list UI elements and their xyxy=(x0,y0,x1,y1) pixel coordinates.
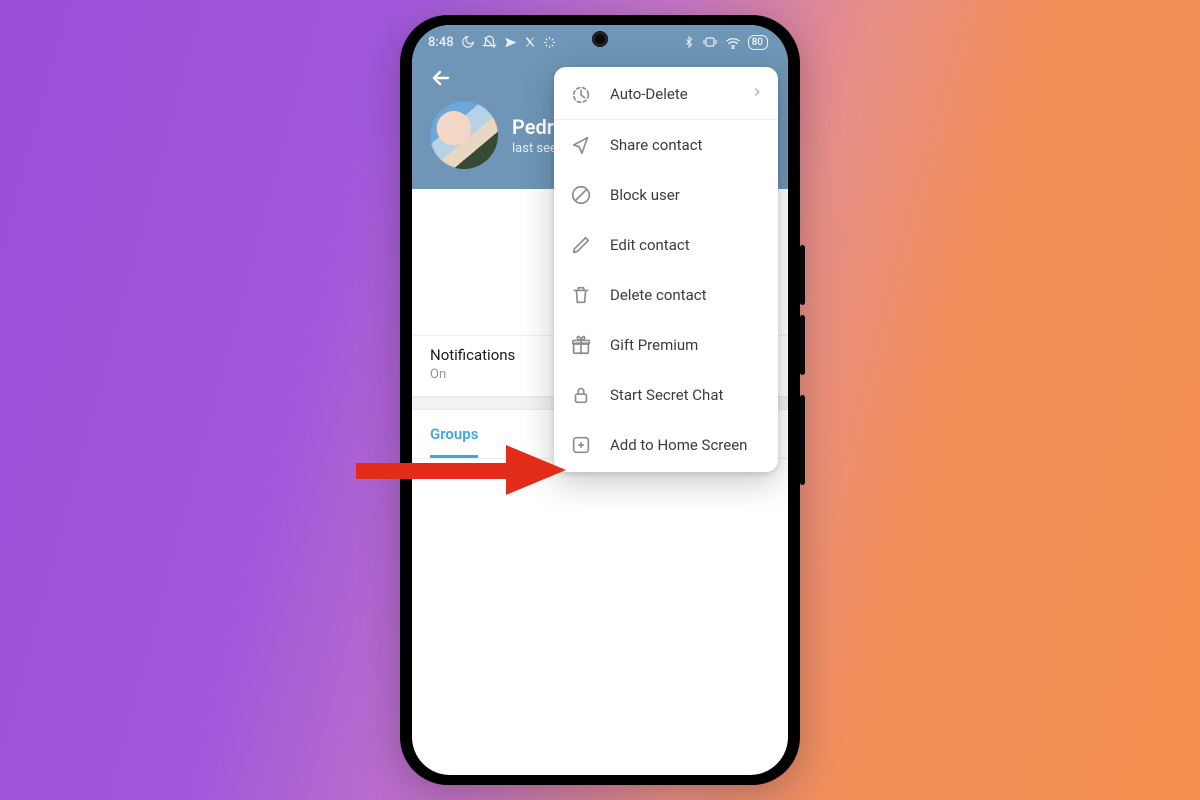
phone-frame: 8:48 xyxy=(400,15,800,785)
menu-item-label: Block user xyxy=(610,186,764,204)
pencil-icon xyxy=(570,234,592,256)
menu-item-start-secret-chat[interactable]: Start Secret Chat xyxy=(554,370,778,420)
menu-item-gift-premium[interactable]: Gift Premium xyxy=(554,320,778,370)
overflow-menu: Auto-Delete Share contact Block user xyxy=(554,67,778,472)
battery-percent: 80 xyxy=(752,37,763,48)
menu-item-label: Gift Premium xyxy=(610,336,764,354)
menu-item-share-contact[interactable]: Share contact xyxy=(554,120,778,170)
menu-item-add-to-home-screen[interactable]: Add to Home Screen xyxy=(554,420,778,470)
menu-item-label: Add to Home Screen xyxy=(610,436,764,454)
wifi-icon xyxy=(725,36,741,49)
menu-item-auto-delete[interactable]: Auto-Delete xyxy=(554,69,778,119)
status-time: 8:48 xyxy=(428,35,454,50)
menu-item-label: Edit contact xyxy=(610,236,764,254)
block-icon xyxy=(570,184,592,206)
menu-item-delete-contact[interactable]: Delete contact xyxy=(554,270,778,320)
x-icon xyxy=(524,36,536,48)
chevron-right-icon xyxy=(750,85,764,103)
paper-plane-icon xyxy=(504,36,517,49)
avatar[interactable] xyxy=(430,101,498,169)
vibrate-icon xyxy=(702,36,718,48)
menu-item-label: Delete contact xyxy=(610,286,764,304)
trash-icon xyxy=(570,284,592,306)
battery-icon: 80 xyxy=(748,35,768,50)
menu-item-label: Start Secret Chat xyxy=(610,386,764,404)
menu-item-label: Share contact xyxy=(610,136,764,154)
mute-icon xyxy=(482,35,497,50)
add-home-icon xyxy=(570,434,592,456)
phone-side-button xyxy=(800,315,805,375)
phone-side-button xyxy=(800,245,805,305)
bluetooth-icon xyxy=(683,35,695,49)
menu-item-block-user[interactable]: Block user xyxy=(554,170,778,220)
sparkle-icon xyxy=(543,36,556,49)
timer-icon xyxy=(570,83,592,105)
phone-screen: 8:48 xyxy=(412,25,788,775)
phone-side-button xyxy=(800,395,805,485)
lock-icon xyxy=(570,384,592,406)
back-button[interactable] xyxy=(428,65,454,91)
menu-item-edit-contact[interactable]: Edit contact xyxy=(554,220,778,270)
status-bar: 8:48 xyxy=(412,25,788,59)
menu-item-label: Auto-Delete xyxy=(610,85,732,103)
gift-icon xyxy=(570,334,592,356)
tab-groups[interactable]: Groups xyxy=(430,425,478,458)
share-icon xyxy=(570,134,592,156)
moon-icon xyxy=(461,35,475,49)
